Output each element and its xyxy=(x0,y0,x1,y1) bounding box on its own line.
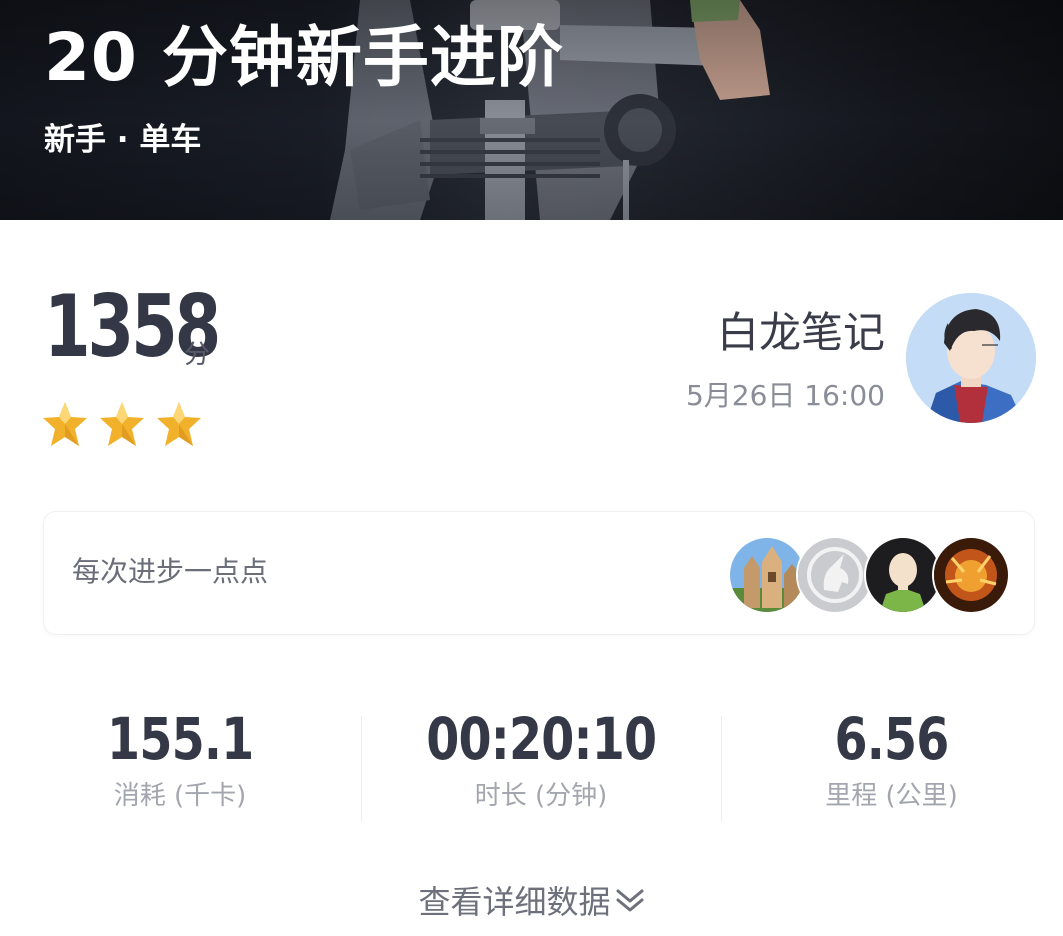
user-name[interactable]: 白龙笔记 xyxy=(717,306,885,360)
distance-value: 6.56 xyxy=(834,705,949,773)
unicorn-avatar[interactable] xyxy=(796,536,874,614)
user-avatar[interactable] xyxy=(906,293,1036,423)
fire-lion-avatar[interactable] xyxy=(932,536,1010,614)
workout-title: 20 分钟新手进阶 xyxy=(44,19,564,96)
distance-label: 里程 (公里) xyxy=(825,781,958,811)
workout-hero-banner: 20 分钟新手进阶 新手 · 单车 xyxy=(0,0,1063,220)
star-rating xyxy=(42,400,213,452)
double-chevron-down-icon xyxy=(615,882,645,926)
user-avatar-illustration xyxy=(906,293,1036,423)
workout-subtitle: 新手 · 单车 xyxy=(44,122,202,158)
bald-hero-avatar[interactable] xyxy=(864,536,942,614)
view-details-link[interactable]: 查看详细数据 xyxy=(0,880,1063,926)
workout-datetime: 5月26日 16:00 xyxy=(685,379,885,412)
star-icon xyxy=(100,402,144,446)
duration-value: 00:20:10 xyxy=(425,705,657,773)
view-details-label: 查看详细数据 xyxy=(418,883,611,921)
calories-label: 消耗 (千卡) xyxy=(113,781,247,811)
castle-avatar[interactable] xyxy=(728,536,806,614)
star-icon xyxy=(43,402,87,446)
motto-text: 每次进步一点点 xyxy=(72,555,269,588)
calories-value: 155.1 xyxy=(106,705,254,773)
motto-card[interactable]: 每次进步一点点 xyxy=(44,512,1034,634)
stat-calories: 155.1 消耗 (千卡) xyxy=(0,700,360,814)
score-unit: 分 xyxy=(184,340,211,370)
score-block: 1358 分 xyxy=(44,282,267,372)
stat-duration: 00:20:10 时长 (分钟) xyxy=(361,700,721,814)
star-icon xyxy=(157,402,201,446)
duration-label: 时长 (分钟) xyxy=(474,781,608,811)
stat-distance: 6.56 里程 (公里) xyxy=(720,700,1063,814)
